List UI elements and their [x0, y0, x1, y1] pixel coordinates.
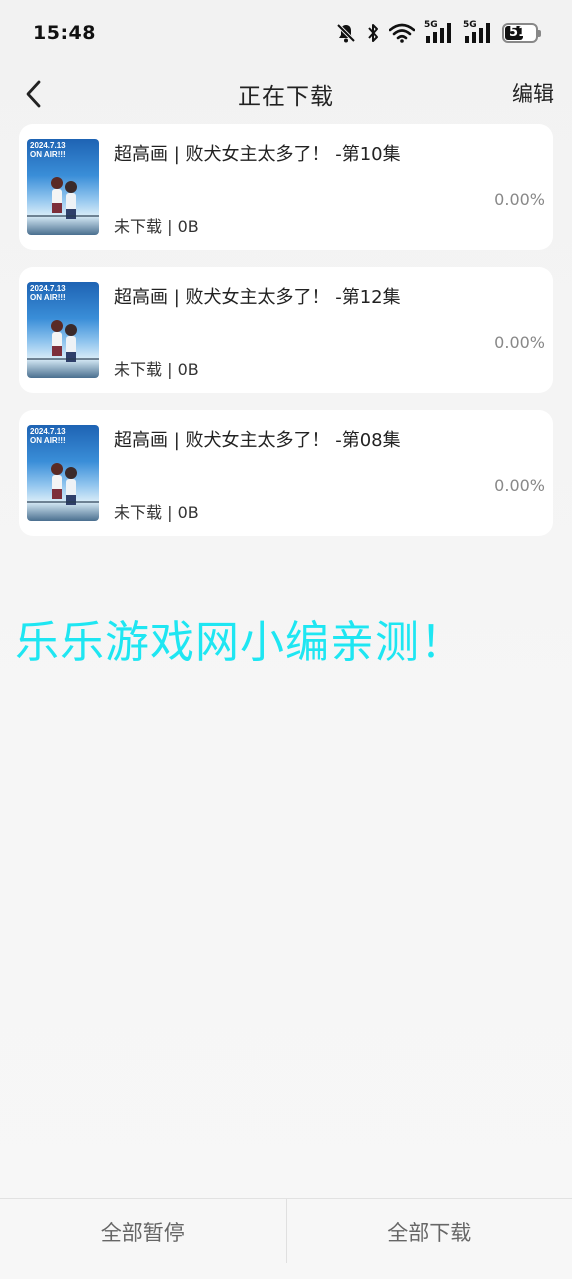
watermark-text: 乐乐游戏网小编亲测！	[15, 617, 465, 668]
wifi-icon	[389, 23, 415, 43]
episode-thumbnail: 2024.7.13 ON AIR!!!	[27, 282, 99, 378]
signal-5g-icon: 5G	[424, 20, 454, 44]
top-app-bar: 正在下载 编辑	[0, 66, 572, 122]
download-progress: 0.00%	[494, 476, 545, 495]
status-bar: 15:48 5G 5G 51	[0, 0, 572, 66]
status-time: 15:48	[33, 22, 96, 44]
thumbnail-text: 2024.7.13 ON AIR!!!	[30, 427, 66, 445]
anime-characters-art	[51, 320, 77, 362]
download-status: 未下载 | 0B	[114, 503, 199, 522]
download-progress: 0.00%	[494, 190, 545, 209]
download-list: 2024.7.13 ON AIR!!! 超高画 | 败犬女主太多了！ -第10集…	[19, 124, 553, 553]
bluetooth-icon	[368, 24, 378, 42]
download-item[interactable]: 2024.7.13 ON AIR!!! 超高画 | 败犬女主太多了！ -第08集…	[19, 410, 553, 536]
download-item[interactable]: 2024.7.13 ON AIR!!! 超高画 | 败犬女主太多了！ -第10集…	[19, 124, 553, 250]
episode-title: 超高画 | 败犬女主太多了！ -第08集	[114, 430, 401, 451]
anime-characters-art	[51, 463, 77, 505]
thumbnail-text: 2024.7.13 ON AIR!!!	[30, 141, 66, 159]
bottom-action-bar: 全部暂停 全部下载	[0, 1198, 572, 1279]
download-status: 未下载 | 0B	[114, 360, 199, 379]
back-button[interactable]	[16, 76, 52, 112]
bell-muted-icon	[336, 23, 356, 43]
battery-icon: 51	[502, 23, 541, 43]
pause-all-button[interactable]: 全部暂停	[0, 1199, 286, 1279]
status-icons: 5G 5G 51	[335, 20, 541, 45]
thumbnail-text: 2024.7.13 ON AIR!!!	[30, 284, 66, 302]
episode-thumbnail: 2024.7.13 ON AIR!!!	[27, 139, 99, 235]
episode-title: 超高画 | 败犬女主太多了！ -第12集	[114, 287, 401, 308]
download-item[interactable]: 2024.7.13 ON AIR!!! 超高画 | 败犬女主太多了！ -第12集…	[19, 267, 553, 393]
download-status: 未下载 | 0B	[114, 217, 199, 236]
signal-5g-icon: 5G	[463, 20, 493, 44]
episode-thumbnail: 2024.7.13 ON AIR!!!	[27, 425, 99, 521]
chevron-left-icon	[26, 80, 41, 108]
download-all-button[interactable]: 全部下载	[287, 1199, 572, 1279]
edit-button[interactable]: 编辑	[512, 78, 554, 108]
page-title: 正在下载	[238, 84, 334, 110]
episode-title: 超高画 | 败犬女主太多了！ -第10集	[114, 144, 401, 165]
anime-characters-art	[51, 177, 77, 219]
download-progress: 0.00%	[494, 333, 545, 352]
battery-level: 51	[509, 25, 528, 40]
